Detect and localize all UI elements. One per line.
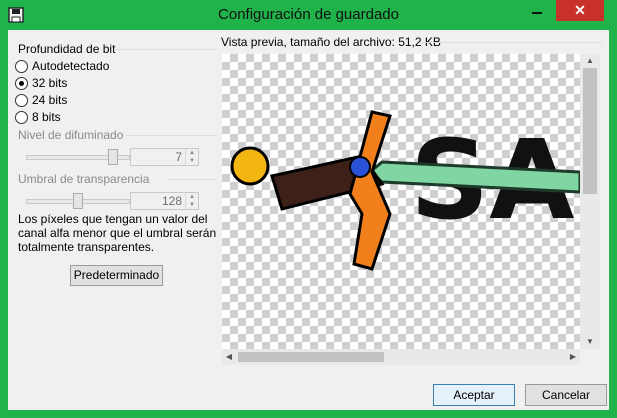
threshold-help-text: Los píxeles que tengan un valor del cana…: [18, 212, 217, 254]
radio-label[interactable]: 8 bits: [32, 110, 61, 124]
spin-arrows-icon[interactable]: ▲ ▼: [185, 149, 198, 165]
radio-32-bits[interactable]: 32 bits: [15, 76, 175, 92]
scroll-corner: [580, 349, 600, 365]
title-bar[interactable]: Configuración de guardado ✕: [0, 0, 617, 30]
bit-depth-divider: [116, 49, 216, 50]
dither-slider-thumb[interactable]: [108, 149, 119, 165]
button-bar: Aceptar Cancelar: [8, 375, 609, 410]
scroll-up-icon[interactable]: ▲: [580, 54, 600, 68]
preview-divider: [420, 42, 602, 43]
threshold-slider-thumb[interactable]: [73, 193, 84, 209]
radio-label[interactable]: 32 bits: [32, 76, 67, 90]
spin-arrows-icon[interactable]: ▲ ▼: [185, 193, 198, 209]
radio-circle-selected[interactable]: [15, 77, 28, 90]
preview-panel: SA ▲ ▼ ◀ ▶: [222, 54, 600, 365]
radio-circle[interactable]: [15, 111, 28, 124]
horizontal-scroll-thumb[interactable]: [238, 352, 384, 362]
threshold-label: Umbral de transparencia: [18, 172, 150, 186]
dialog-body: Profundidad de bit Autodetectado 32 bits…: [8, 30, 609, 375]
radio-circle[interactable]: [15, 94, 28, 107]
sword-pommel: [230, 146, 270, 186]
dither-value: 7: [175, 150, 182, 164]
scroll-down-icon[interactable]: ▼: [580, 335, 600, 349]
radio-8-bits[interactable]: 8 bits: [15, 110, 175, 126]
radio-24-bits[interactable]: 24 bits: [15, 93, 175, 109]
save-settings-dialog: Configuración de guardado ✕ Profundidad …: [0, 0, 617, 418]
horizontal-scrollbar[interactable]: ◀ ▶: [222, 349, 580, 365]
bit-depth-title: Profundidad de bit: [18, 42, 116, 56]
threshold-divider: [168, 179, 216, 180]
radio-label[interactable]: 24 bits: [32, 93, 67, 107]
dither-label: Nivel de difuminado: [18, 128, 124, 142]
sword-guard: [348, 110, 392, 271]
radio-autodetect[interactable]: Autodetectado: [15, 59, 175, 75]
preview-canvas: SA: [222, 54, 580, 349]
vertical-scroll-thumb[interactable]: [583, 68, 597, 194]
scroll-right-icon[interactable]: ▶: [566, 349, 580, 365]
sword-gem: [349, 156, 371, 178]
dither-spinbox[interactable]: 7 ▲ ▼: [130, 148, 199, 166]
preview-label: Vista previa, tamaño del archivo: 51,2 K…: [221, 35, 441, 49]
threshold-spinbox[interactable]: 128 ▲ ▼: [130, 192, 199, 210]
threshold-value: 128: [161, 194, 182, 208]
close-icon: ✕: [574, 2, 586, 18]
default-button[interactable]: Predeterminado: [70, 265, 163, 286]
sword-logo-preview: SA: [230, 110, 580, 271]
radio-label[interactable]: Autodetectado: [32, 59, 109, 73]
radio-dot: [19, 81, 24, 86]
vertical-scrollbar[interactable]: ▲ ▼: [580, 54, 600, 349]
scroll-left-icon[interactable]: ◀: [222, 349, 236, 365]
minimize-button[interactable]: [524, 0, 550, 21]
ok-button[interactable]: Aceptar: [433, 384, 515, 406]
cancel-button[interactable]: Cancelar: [525, 384, 607, 406]
radio-circle[interactable]: [15, 60, 28, 73]
minimize-icon: [532, 12, 542, 14]
close-button[interactable]: ✕: [556, 0, 604, 21]
dither-divider: [126, 135, 216, 136]
